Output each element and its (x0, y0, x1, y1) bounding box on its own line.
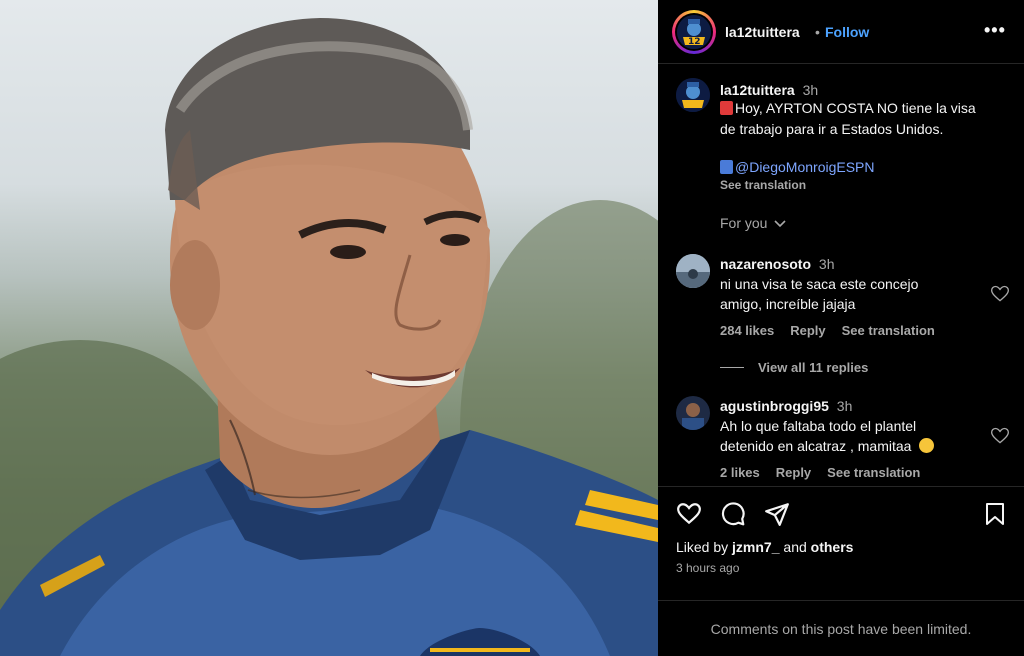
view-replies-button[interactable]: View all 11 replies (758, 360, 868, 375)
comment-username[interactable]: nazarenosoto (720, 256, 811, 272)
comment-meta: 2 likes Reply See translation (720, 465, 936, 480)
more-icon[interactable]: ••• (984, 20, 1006, 41)
comment-likes[interactable]: 2 likes (720, 465, 760, 480)
comment-text-line2: amigo, increíble jajaja (720, 296, 856, 312)
liked-by-text: Liked by jzmn7_ and others (676, 539, 854, 555)
liked-by-others[interactable]: others (811, 539, 854, 555)
comment-heart-icon[interactable] (990, 426, 1010, 446)
post-detail-panel: 12 la12tuittera • Follow ••• la12tuitter… (658, 0, 1024, 656)
comment-reply-button[interactable]: Reply (790, 323, 825, 338)
caption-header: la12tuittera 3h (720, 80, 818, 100)
mention-link[interactable]: @DiegoMonroigESPN (735, 159, 875, 175)
info-emoji-icon (720, 160, 733, 174)
caption-text-line1: Hoy, AYRTON COSTA NO tiene la visa (720, 98, 976, 118)
laughing-emoji-icon (919, 438, 935, 453)
comment-text-line1: ni una visa te saca este concejo (720, 276, 919, 292)
comment-heart-icon[interactable] (990, 284, 1010, 304)
post-header: 12 la12tuittera • Follow ••• (658, 0, 1024, 64)
comment-avatar[interactable] (676, 396, 710, 430)
caption-see-translation[interactable]: See translation (720, 175, 806, 195)
comment-avatar[interactable] (676, 254, 710, 288)
caption-username[interactable]: la12tuittera (720, 82, 795, 98)
post-time: 3 hours ago (676, 561, 740, 575)
comment-reply-button[interactable]: Reply (776, 465, 811, 480)
sort-label: For you (720, 215, 768, 231)
comment-time: 3h (818, 256, 835, 272)
player-photo (0, 18, 658, 656)
caption-time: 3h (802, 82, 819, 98)
comment-text-line2: detenido en alcatraz , mamitaa (720, 436, 935, 456)
comment-text-line1: Ah lo que faltaba todo el plantel (720, 418, 917, 434)
comment-see-translation[interactable]: See translation (827, 465, 920, 480)
caption-text-line2: de trabajo para ir a Estados Unidos. (720, 121, 944, 137)
caption-mention-line: @DiegoMonroigESPN (720, 157, 875, 177)
comment-icon[interactable] (720, 501, 746, 527)
siren-emoji-icon (720, 101, 733, 115)
liked-by-user[interactable]: jzmn7_ (732, 539, 779, 555)
comment-header: nazarenosoto 3h (720, 254, 834, 274)
caption-avatar[interactable] (676, 78, 710, 112)
heart-icon[interactable] (676, 501, 702, 527)
comment-likes[interactable]: 284 likes (720, 323, 774, 338)
bookmark-icon[interactable] (983, 501, 1007, 527)
separator-dot: • (815, 24, 820, 40)
comment-username[interactable]: agustinbroggi95 (720, 398, 829, 414)
comment-time: 3h (836, 398, 853, 414)
post-photo (0, 0, 658, 656)
share-icon[interactable] (764, 501, 790, 527)
follow-button[interactable]: Follow (825, 24, 869, 40)
replies-divider (720, 367, 744, 368)
comments-limited-notice: Comments on this post have been limited. (658, 600, 1024, 637)
author-avatar[interactable]: 12 (672, 10, 716, 54)
comment-header: agustinbroggi95 3h (720, 396, 852, 416)
comment-see-translation[interactable]: See translation (842, 323, 935, 338)
author-username[interactable]: la12tuittera (725, 24, 800, 40)
svg-text:12: 12 (688, 37, 701, 47)
comment-sort-dropdown[interactable]: For you (720, 213, 787, 233)
comment-meta: 284 likes Reply See translation (720, 323, 951, 338)
la12-logo-icon: 12 (677, 15, 711, 49)
post-actions: Liked by jzmn7_ and others 3 hours ago (658, 486, 1024, 612)
chevron-down-icon (774, 220, 786, 228)
